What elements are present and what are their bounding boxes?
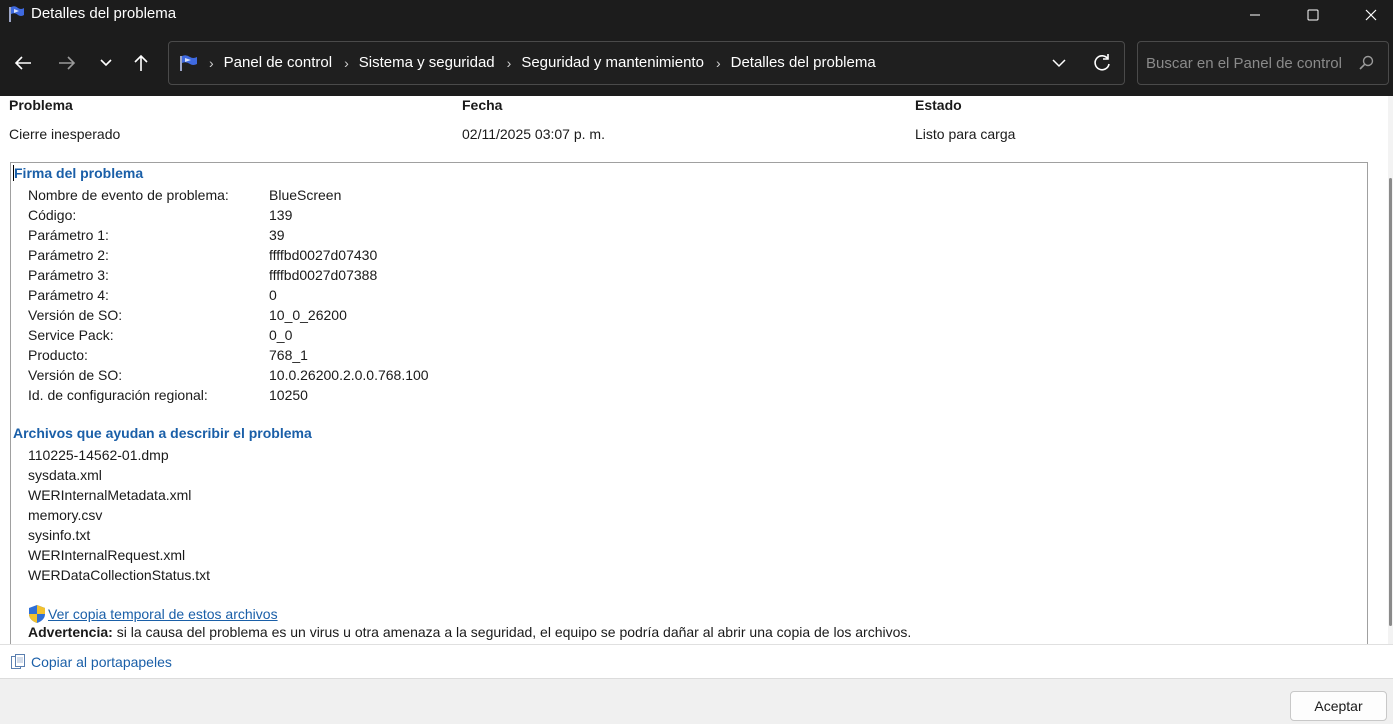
chevron-down-icon[interactable] — [1049, 53, 1069, 73]
signature-value: 39 — [269, 227, 285, 243]
breadcrumb-item[interactable]: Detalles del problema — [731, 54, 876, 71]
maximize-icon — [1307, 9, 1319, 21]
copy-row: Copiar al portapapeles — [0, 644, 1393, 678]
search-box[interactable] — [1137, 41, 1389, 85]
minimize-button[interactable] — [1226, 0, 1284, 30]
navigation-bar: › Panel de control › Sistema y seguridad… — [0, 30, 1393, 96]
chevron-right-icon: › — [209, 54, 214, 71]
arrow-right-icon — [59, 56, 76, 70]
refresh-icon[interactable] — [1091, 52, 1113, 74]
signature-key: Service Pack: — [28, 327, 114, 343]
forward-button[interactable] — [53, 50, 81, 76]
signature-value: ffffbd0027d07430 — [269, 247, 378, 263]
files-list: 110225-14562-01.dmp sysdata.xml WERInter… — [28, 445, 210, 585]
signature-key: Parámetro 2: — [28, 247, 109, 263]
close-button[interactable] — [1342, 0, 1393, 30]
signature-key: Versión de SO: — [28, 367, 123, 383]
up-button[interactable] — [127, 50, 155, 76]
signature-value: 10.0.26200.2.0.0.768.100 — [269, 367, 429, 383]
signature-value: 139 — [269, 207, 293, 223]
signature-key: Código: — [28, 207, 77, 223]
warning-message: si la causa del problema es un virus u o… — [112, 624, 912, 640]
signature-value: 10250 — [269, 387, 308, 403]
status-header: Estado — [915, 97, 962, 113]
signature-row: Versión de SO: 10_0_26200 — [28, 305, 728, 325]
chevron-down-icon — [100, 59, 112, 67]
signature-row: Parámetro 2: ffffbd0027d07430 — [28, 245, 728, 265]
arrow-up-icon — [134, 54, 148, 71]
signature-value: 768_1 — [269, 347, 308, 363]
signature-row: Código: 139 — [28, 205, 728, 225]
recent-locations-button[interactable] — [92, 50, 120, 76]
scrollbar-thumb[interactable] — [1389, 178, 1392, 626]
signature-key: Nombre de evento de problema: — [28, 187, 229, 203]
signature-list: Nombre de evento de problema: BlueScreen … — [28, 185, 728, 405]
close-icon — [1365, 9, 1377, 21]
signature-key: Parámetro 1: — [28, 227, 109, 243]
signature-row: Parámetro 4: 0 — [28, 285, 728, 305]
chevron-right-icon[interactable]: › — [344, 55, 349, 71]
file-item: 110225-14562-01.dmp — [28, 447, 169, 463]
date-header: Fecha — [462, 97, 503, 113]
signature-value: BlueScreen — [269, 187, 342, 203]
signature-row: Nombre de evento de problema: BlueScreen — [28, 185, 728, 205]
clipboard-icon[interactable] — [10, 654, 26, 670]
temp-copy-link[interactable]: Ver copia temporal de estos archivos — [48, 606, 278, 622]
back-button[interactable] — [9, 50, 37, 76]
search-input[interactable] — [1146, 52, 1346, 74]
address-bar[interactable]: › Panel de control › Sistema y seguridad… — [168, 41, 1125, 85]
flag-icon — [180, 55, 197, 71]
shield-icon — [29, 605, 45, 623]
copy-to-clipboard-link[interactable]: Copiar al portapapeles — [31, 654, 172, 670]
chevron-right-icon[interactable]: › — [507, 55, 512, 71]
signature-key: Parámetro 3: — [28, 267, 109, 283]
signature-key: Versión de SO: — [28, 307, 123, 323]
window-title: Detalles del problema — [31, 5, 177, 22]
warning-text: Advertencia: si la causa del problema es… — [28, 624, 911, 640]
signature-value: 10_0_26200 — [269, 307, 347, 323]
breadcrumb-item[interactable]: Panel de control — [224, 54, 332, 71]
signature-key: Parámetro 4: — [28, 287, 109, 303]
file-item: sysdata.xml — [28, 467, 102, 483]
problem-details-panel: Problema Fecha Estado Cierre inesperado … — [0, 96, 1393, 644]
signature-row: Versión de SO: 10.0.26200.2.0.0.768.100 — [28, 365, 728, 385]
arrow-left-icon — [14, 56, 31, 70]
file-item: WERInternalRequest.xml — [28, 547, 186, 563]
search-icon[interactable] — [1358, 55, 1374, 71]
breadcrumb-item[interactable]: Sistema y seguridad — [359, 54, 495, 71]
signature-row: Producto: 768_1 — [28, 345, 728, 365]
chevron-right-icon[interactable]: › — [716, 55, 721, 71]
footer: Aceptar — [0, 678, 1393, 724]
problem-details-box[interactable]: Firma del problema Nombre de evento de p… — [10, 162, 1368, 644]
signature-key: Id. de configuración regional: — [28, 387, 208, 403]
date-value: 02/11/2025 03:07 p. m. — [462, 126, 605, 142]
title-bar: Detalles del problema — [0, 0, 1393, 30]
signature-row: Id. de configuración regional: 10250 — [28, 385, 728, 405]
breadcrumb-item[interactable]: Seguridad y mantenimiento — [521, 54, 704, 71]
temp-copy-link-row[interactable]: Ver copia temporal de estos archivos — [28, 604, 278, 624]
signature-key: Producto: — [28, 347, 88, 363]
signature-row: Parámetro 1: 39 — [28, 225, 728, 245]
file-item: memory.csv — [28, 507, 103, 523]
flag-icon — [9, 6, 24, 22]
signature-value: ffffbd0027d07388 — [269, 267, 378, 283]
problem-value: Cierre inesperado — [9, 126, 121, 142]
problem-header: Problema — [9, 97, 73, 113]
breadcrumb: › Panel de control › Sistema y seguridad… — [209, 54, 888, 71]
status-value: Listo para carga — [915, 126, 1016, 142]
maximize-button[interactable] — [1284, 0, 1342, 30]
accept-button[interactable]: Aceptar — [1290, 691, 1387, 721]
signature-value: 0_0 — [269, 327, 293, 343]
vertical-scrollbar[interactable] — [1388, 96, 1393, 644]
files-title: Archivos que ayudan a describir el probl… — [13, 425, 312, 441]
file-item: WERDataCollectionStatus.txt — [28, 567, 211, 583]
warning-label: Advertencia: — [28, 624, 113, 640]
file-item: WERInternalMetadata.xml — [28, 487, 192, 503]
signature-value: 0 — [269, 287, 277, 303]
signature-row: Parámetro 3: ffffbd0027d07388 — [28, 265, 728, 285]
signature-row: Service Pack: 0_0 — [28, 325, 728, 345]
signature-title: Firma del problema — [13, 165, 144, 181]
minimize-icon — [1250, 14, 1260, 16]
file-item: sysinfo.txt — [28, 527, 91, 543]
